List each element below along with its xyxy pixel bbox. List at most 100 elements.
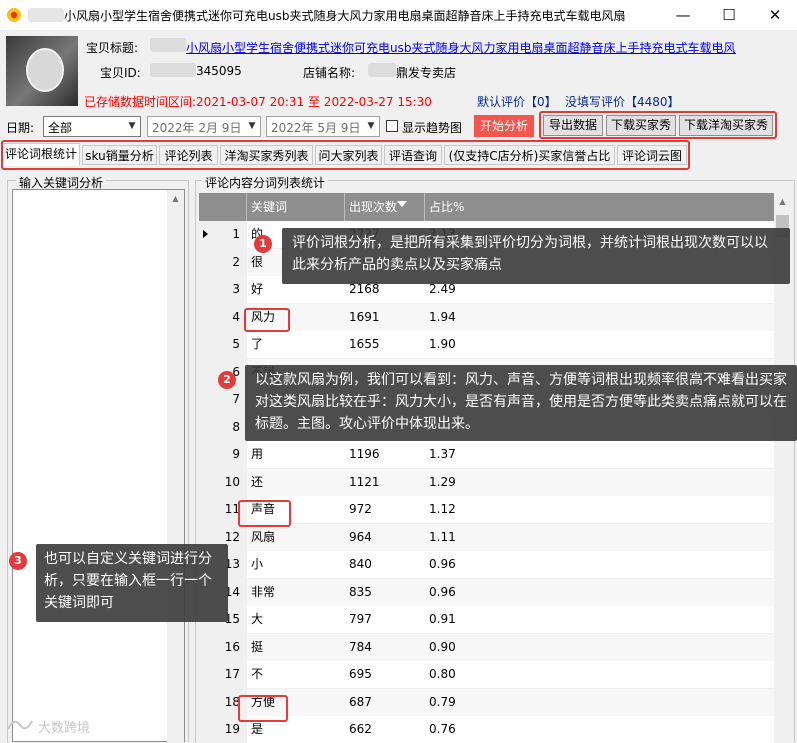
- table-row[interactable]: 14 非常 835 0.96: [199, 578, 774, 606]
- annotation-1: 评价词根分析，是把所有采集到评价切分为词根，并统计词根出现次数可以以此来分析产品…: [282, 228, 790, 284]
- percent-cell[interactable]: 0.96: [425, 551, 545, 578]
- show-trend-checkbox[interactable]: [386, 120, 398, 132]
- keyword-cell[interactable]: 挺: [247, 634, 345, 661]
- redacted-block: [368, 63, 396, 77]
- count-cell[interactable]: 687: [345, 689, 425, 716]
- download-yangtao-show-button[interactable]: 下载洋淘买家秀: [679, 115, 773, 136]
- keyword-cell[interactable]: 大: [247, 606, 345, 633]
- row-number: 4: [199, 303, 247, 331]
- default-reviews-link[interactable]: 默认评价【0】: [477, 93, 557, 110]
- table-row[interactable]: 10 还 1121 1.29: [199, 468, 774, 496]
- annotation-badge-1: 1: [254, 235, 272, 253]
- percent-cell[interactable]: 1.29: [425, 469, 545, 496]
- annotation-badge-2: 2: [218, 371, 236, 389]
- date-to-value: 2022年 5月 9日: [271, 121, 361, 135]
- row-number: 8: [199, 413, 247, 441]
- date-to-picker[interactable]: 2022年 5月 9日 ▼: [266, 116, 380, 137]
- keyword-cell[interactable]: 风扇: [247, 524, 345, 551]
- count-cell[interactable]: 972: [345, 496, 425, 523]
- percent-cell[interactable]: 1.37: [425, 441, 545, 468]
- column-header-count[interactable]: 出现次数: [345, 193, 425, 221]
- product-title-link[interactable]: 小风扇小型学生宿舍便携式迷你可充电usb夹式随身大风力家用电扇桌面超静音床上手持…: [186, 39, 736, 56]
- row-number: 17: [199, 661, 247, 688]
- start-analysis-button[interactable]: 开始分析: [474, 115, 534, 137]
- count-cell[interactable]: 1655: [345, 331, 425, 358]
- column-header-keyword[interactable]: 关键词: [247, 193, 345, 221]
- count-cell[interactable]: 695: [345, 661, 425, 688]
- percent-cell[interactable]: 0.76: [425, 716, 545, 743]
- date-range-select[interactable]: 全部 ▼: [43, 116, 141, 137]
- count-cell[interactable]: 1691: [345, 304, 425, 331]
- count-cell[interactable]: 797: [345, 606, 425, 633]
- percent-cell[interactable]: 0.79: [425, 689, 545, 716]
- row-number-header: [199, 193, 247, 221]
- annotation-badge-3: 3: [9, 552, 27, 570]
- date-from-picker[interactable]: 2022年 2月 9日 ▼: [147, 116, 261, 137]
- grid-header: 关键词 出现次数 占比%: [199, 193, 774, 221]
- product-id-value: 345095: [196, 64, 242, 78]
- watermark-text: 大数跨境: [38, 721, 91, 736]
- left-scrollbar[interactable]: ▲: [167, 190, 184, 742]
- table-row[interactable]: 9 用 1196 1.37: [199, 441, 774, 468]
- count-cell[interactable]: 835: [345, 579, 425, 606]
- shop-label: 店铺名称:: [303, 66, 356, 80]
- keyword-cell[interactable]: 不: [247, 661, 345, 688]
- chevron-down-icon: ▼: [128, 121, 136, 131]
- id-label: 宝贝ID:: [100, 66, 141, 80]
- annotation-3: 也可以自定义关键词进行分析，只要在输入框一行一个关键词即可: [36, 544, 228, 622]
- date-range-value: 全部: [48, 121, 73, 135]
- title-label: 宝贝标题:: [86, 41, 139, 55]
- percent-cell[interactable]: 0.80: [425, 661, 545, 688]
- count-cell[interactable]: 662: [345, 716, 425, 743]
- window-title: 小风扇小型学生宿舍便携式迷你可充电usb夹式随身大风力家用电扇桌面超静音床上手持…: [64, 9, 626, 23]
- percent-cell[interactable]: 0.90: [425, 634, 545, 661]
- keyword-cell[interactable]: 小: [247, 551, 345, 578]
- keyword-cell[interactable]: 了: [247, 331, 345, 358]
- count-cell[interactable]: 1196: [345, 441, 425, 468]
- show-trend-label: 显示趋势图: [402, 121, 463, 135]
- close-button[interactable]: ✕: [752, 0, 797, 30]
- redacted-block: [150, 63, 196, 77]
- table-row[interactable]: 17 不 695 0.80: [199, 661, 774, 688]
- minimize-button[interactable]: —: [660, 0, 706, 30]
- row-number: 7: [199, 386, 247, 413]
- redacted-block: [150, 38, 186, 52]
- keyword-cell[interactable]: 还: [247, 469, 345, 496]
- shop-name-value: 鼎发专卖店: [396, 66, 457, 80]
- percent-cell[interactable]: 1.11: [425, 524, 545, 551]
- count-cell[interactable]: 964: [345, 524, 425, 551]
- count-cell[interactable]: 784: [345, 634, 425, 661]
- date-from-value: 2022年 2月 9日: [152, 121, 242, 135]
- highlight-box-fangbian: [238, 695, 288, 722]
- count-cell[interactable]: 1121: [345, 469, 425, 496]
- row-number: 10: [199, 468, 247, 496]
- percent-cell[interactable]: 1.12: [425, 496, 545, 523]
- watermark-logo-icon: [7, 720, 33, 730]
- export-data-button[interactable]: 导出数据: [543, 115, 603, 136]
- highlight-box-tabs: [1, 140, 690, 170]
- highlight-box-fengli: [244, 308, 290, 332]
- maximize-button[interactable]: ☐: [706, 0, 752, 30]
- table-row[interactable]: 5 了 1655 1.90: [199, 331, 774, 358]
- app-icon: [7, 8, 21, 22]
- row-number: 5: [199, 331, 247, 358]
- percent-cell[interactable]: 0.91: [425, 606, 545, 633]
- download-buyer-show-button[interactable]: 下载买家秀: [606, 115, 676, 136]
- keyword-input[interactable]: [12, 189, 185, 742]
- percent-cell[interactable]: 1.94: [425, 304, 545, 331]
- no-text-reviews-link[interactable]: 没填写评价【4480】: [565, 93, 680, 110]
- table-row[interactable]: 13 小 840 0.96: [199, 551, 774, 578]
- annotation-2: 以这款风扇为例，我们可以看到：风力、声音、方便等词根出现频率很高不难看出买家对这…: [245, 365, 797, 441]
- column-header-percent[interactable]: 占比%: [425, 193, 774, 221]
- table-row[interactable]: 16 挺 784 0.90: [199, 633, 774, 661]
- date-label: 日期:: [6, 121, 35, 135]
- percent-cell[interactable]: 0.96: [425, 579, 545, 606]
- current-row-indicator-icon: [203, 230, 208, 238]
- table-row[interactable]: 15 大 797 0.91: [199, 606, 774, 633]
- percent-cell[interactable]: 1.90: [425, 331, 545, 358]
- table-row[interactable]: 12 风扇 964 1.11: [199, 523, 774, 551]
- chevron-down-icon: ▼: [367, 121, 375, 131]
- keyword-cell[interactable]: 用: [247, 441, 345, 468]
- count-cell[interactable]: 840: [345, 551, 425, 578]
- keyword-cell[interactable]: 非常: [247, 579, 345, 606]
